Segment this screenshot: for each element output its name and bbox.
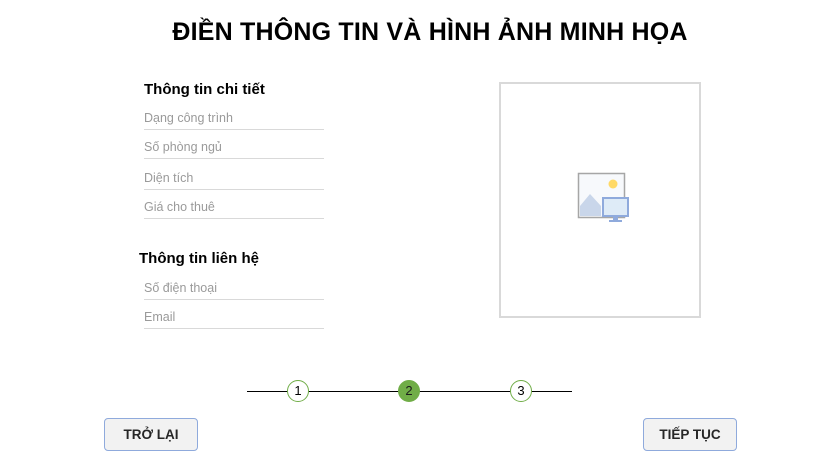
phone-field[interactable]	[144, 277, 324, 300]
email-field[interactable]	[144, 306, 324, 329]
back-button[interactable]: TRỞ LẠI	[104, 418, 198, 451]
step-3[interactable]: 3	[510, 380, 532, 402]
bedrooms-field[interactable]	[144, 136, 324, 159]
rent-price-field[interactable]	[144, 196, 324, 219]
page-title: ĐIỀN THÔNG TIN VÀ HÌNH ẢNH MINH HỌA	[172, 18, 688, 46]
image-upload-area[interactable]	[499, 82, 701, 318]
area-field[interactable]	[144, 167, 324, 190]
step-2[interactable]: 2	[398, 380, 420, 402]
image-placeholder-icon	[577, 172, 629, 222]
contact-heading: Thông tin liên hệ	[139, 250, 259, 267]
step-1[interactable]: 1	[287, 380, 309, 402]
details-heading: Thông tin chi tiết	[144, 81, 265, 98]
next-button[interactable]: TIẾP TỤC	[643, 418, 737, 451]
building-type-field[interactable]	[144, 107, 324, 130]
